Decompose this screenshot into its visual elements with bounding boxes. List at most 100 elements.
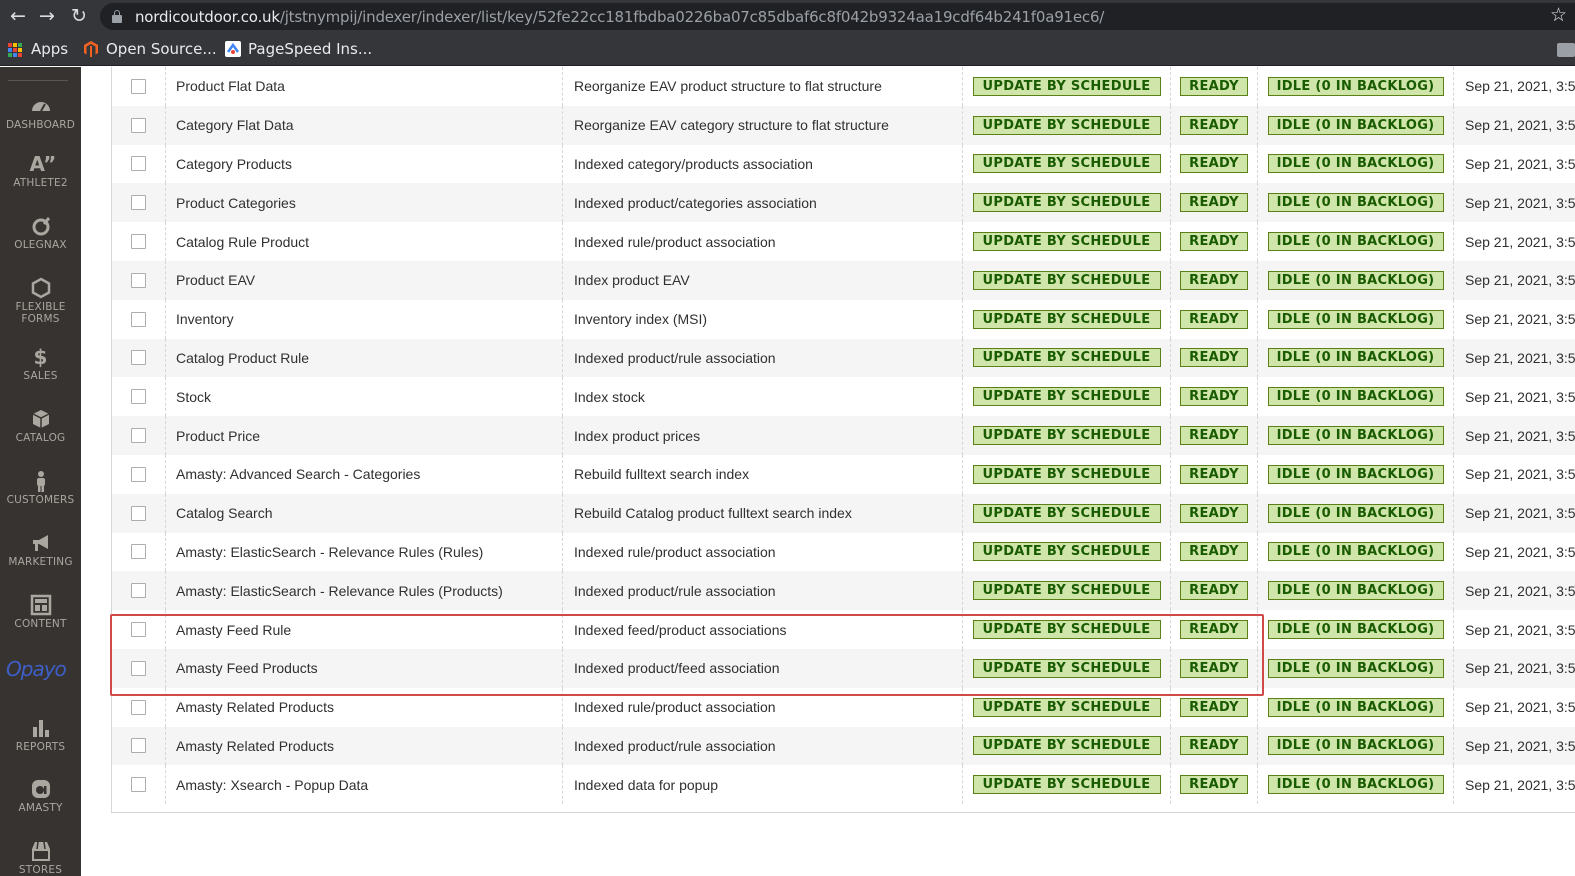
sidebar-item-label: FLEXIBLE FORMS — [15, 301, 66, 325]
mode-cell: UPDATE BY SCHEDULE — [963, 416, 1171, 455]
row-checkbox[interactable] — [131, 622, 146, 638]
indexer-title: Amasty: Advanced Search - Categories — [166, 455, 563, 494]
mode-badge: UPDATE BY SCHEDULE — [972, 193, 1161, 213]
status-cell: READY — [1171, 261, 1258, 300]
sidebar-item-amasty[interactable]: AMASTY — [0, 778, 81, 814]
folder-icon[interactable] — [1557, 43, 1575, 57]
sidebar-item-olegnax[interactable]: OLEGNAX — [0, 215, 81, 251]
reload-icon[interactable]: ↻ — [68, 5, 90, 27]
mode-cell: UPDATE BY SCHEDULE — [963, 649, 1171, 688]
mode-badge: UPDATE BY SCHEDULE — [972, 736, 1161, 756]
table-row[interactable]: Catalog Search Rebuild Catalog product fu… — [112, 493, 1575, 533]
table-row[interactable]: Product Flat Data Reorganize EAV product … — [112, 67, 1575, 106]
sidebar-item-stores[interactable]: STORES — [0, 840, 81, 876]
status-badge: READY — [1180, 464, 1248, 484]
row-checkbox[interactable] — [131, 583, 146, 599]
row-checkbox[interactable] — [131, 272, 146, 288]
schedule-cell: IDLE (0 IN BACKLOG) — [1258, 649, 1454, 688]
sidebar-item-content[interactable]: CONTENT — [0, 594, 81, 630]
schedule-status-badge: IDLE (0 IN BACKLOG) — [1267, 620, 1444, 640]
row-checkbox[interactable] — [131, 117, 146, 133]
address-bar[interactable]: nordicoutdoor.co.uk/jtstnympij/indexer/i… — [100, 3, 1575, 30]
status-cell: READY — [1171, 610, 1258, 649]
updated-date: Sep 21, 2021, 3:5 — [1465, 582, 1575, 599]
status-badge: READY — [1180, 76, 1248, 96]
row-checkbox[interactable] — [131, 505, 146, 521]
table-row[interactable]: Amasty: Xsearch - Popup Data Indexed data… — [112, 765, 1575, 805]
row-checkbox[interactable] — [131, 311, 146, 327]
row-select-cell — [112, 261, 166, 300]
schedule-cell: IDLE (0 IN BACKLOG) — [1258, 455, 1454, 494]
sidebar-item-flexible-forms[interactable]: FLEXIBLE FORMS — [0, 277, 81, 325]
status-cell: READY — [1171, 571, 1258, 611]
mode-cell: UPDATE BY SCHEDULE — [963, 726, 1171, 766]
row-checkbox[interactable] — [131, 544, 146, 560]
table-row[interactable]: Category Flat Data Reorganize EAV categor… — [112, 105, 1575, 145]
sidebar-item-reports[interactable]: REPORTS — [0, 717, 81, 753]
schedule-cell: IDLE (0 IN BACKLOG) — [1258, 416, 1454, 455]
table-row[interactable]: Stock Index stock UPDATE BY SCHEDULE READY I… — [112, 377, 1575, 417]
table-row[interactable]: Product Price Index product prices UPDATE … — [112, 416, 1575, 455]
status-badge: READY — [1180, 387, 1248, 407]
mode-cell: UPDATE BY SCHEDULE — [963, 144, 1171, 184]
row-checkbox[interactable] — [131, 777, 146, 793]
schedule-cell: IDLE (0 IN BACKLOG) — [1258, 144, 1454, 184]
row-checkbox[interactable] — [131, 466, 146, 482]
table-row[interactable]: Product Categories Indexed product/catego… — [112, 183, 1575, 223]
row-select-cell — [112, 493, 166, 533]
table-row[interactable]: Amasty: Advanced Search - Categories Rebu… — [112, 455, 1575, 494]
table-row[interactable]: Product EAV Index product EAV UPDATE BY SC… — [112, 261, 1575, 300]
mode-badge: UPDATE BY SCHEDULE — [972, 775, 1161, 795]
bookmark-apps[interactable]: Apps — [31, 40, 68, 60]
row-checkbox[interactable] — [131, 389, 146, 405]
table-row[interactable]: Catalog Product Rule Indexed product/rule… — [112, 338, 1575, 378]
table-row[interactable]: Amasty: ElasticSearch - Relevance Rules … — [112, 571, 1575, 611]
schedule-status-badge: IDLE (0 IN BACKLOG) — [1267, 581, 1444, 601]
row-checkbox[interactable] — [131, 738, 146, 754]
table-row[interactable]: Amasty Feed Rule Indexed feed/product ass… — [112, 610, 1575, 649]
sidebar-item-marketing[interactable]: MARKETING — [0, 532, 81, 568]
table-row[interactable]: Inventory Inventory index (MSI) UPDATE BY … — [112, 299, 1575, 339]
table-row[interactable]: Amasty: ElasticSearch - Relevance Rules … — [112, 532, 1575, 572]
row-select-cell — [112, 67, 166, 106]
indexer-description: Index product EAV — [563, 261, 963, 300]
schedule-status-badge: IDLE (0 IN BACKLOG) — [1267, 232, 1444, 252]
table-row[interactable]: Amasty Related Products Indexed rule/prod… — [112, 687, 1575, 727]
status-cell: READY — [1171, 687, 1258, 727]
forward-arrow-icon[interactable]: → — [36, 5, 58, 27]
mode-badge: UPDATE BY SCHEDULE — [972, 503, 1161, 523]
status-badge: READY — [1180, 115, 1248, 135]
table-row[interactable]: Catalog Rule Product Indexed rule/product… — [112, 222, 1575, 261]
bookmark-open-source[interactable]: Open Source... — [106, 40, 217, 60]
row-checkbox[interactable] — [131, 78, 146, 94]
indexer-title: Amasty Related Products — [166, 687, 563, 727]
bookmark-pagespeed[interactable]: PageSpeed Ins... — [248, 40, 372, 60]
indexer-description: Rebuild fulltext search index — [563, 455, 963, 494]
sidebar-item-dashboard[interactable]: DASHBOARD — [0, 95, 81, 131]
bookmark-star-icon[interactable]: ☆ — [1550, 4, 1567, 26]
status-badge: READY — [1180, 348, 1248, 368]
sidebar-item-sales[interactable]: $ SALES — [0, 346, 81, 382]
sidebar-item-athlete2[interactable]: A” ATHLETE2 — [0, 153, 81, 189]
table-row[interactable]: Amasty Feed Products Indexed product/feed… — [112, 649, 1575, 688]
status-cell: READY — [1171, 338, 1258, 378]
row-checkbox[interactable] — [131, 699, 146, 715]
row-checkbox[interactable] — [131, 234, 146, 250]
status-cell: READY — [1171, 299, 1258, 339]
table-row[interactable]: Amasty Related Products Indexed product/r… — [112, 726, 1575, 766]
row-checkbox[interactable] — [131, 428, 146, 444]
table-row[interactable]: Category Products Indexed category/produc… — [112, 144, 1575, 184]
row-checkbox[interactable] — [131, 350, 146, 366]
sidebar-item-customers[interactable]: CUSTOMERS — [0, 470, 81, 506]
schedule-status-badge: IDLE (0 IN BACKLOG) — [1267, 76, 1444, 96]
back-arrow-icon[interactable]: ← — [7, 5, 29, 27]
row-checkbox[interactable] — [131, 660, 146, 676]
bar-chart-icon — [32, 720, 49, 737]
row-checkbox[interactable] — [131, 156, 146, 172]
sidebar-item-catalog[interactable]: CATALOG — [0, 408, 81, 444]
opayo-logo[interactable]: Opayo — [6, 657, 67, 681]
row-checkbox[interactable] — [131, 195, 146, 211]
mode-cell: UPDATE BY SCHEDULE — [963, 299, 1171, 339]
updated-date: Sep 21, 2021, 3:5 — [1465, 699, 1575, 716]
url-text[interactable]: nordicoutdoor.co.uk/jtstnympij/indexer/i… — [135, 8, 1104, 26]
